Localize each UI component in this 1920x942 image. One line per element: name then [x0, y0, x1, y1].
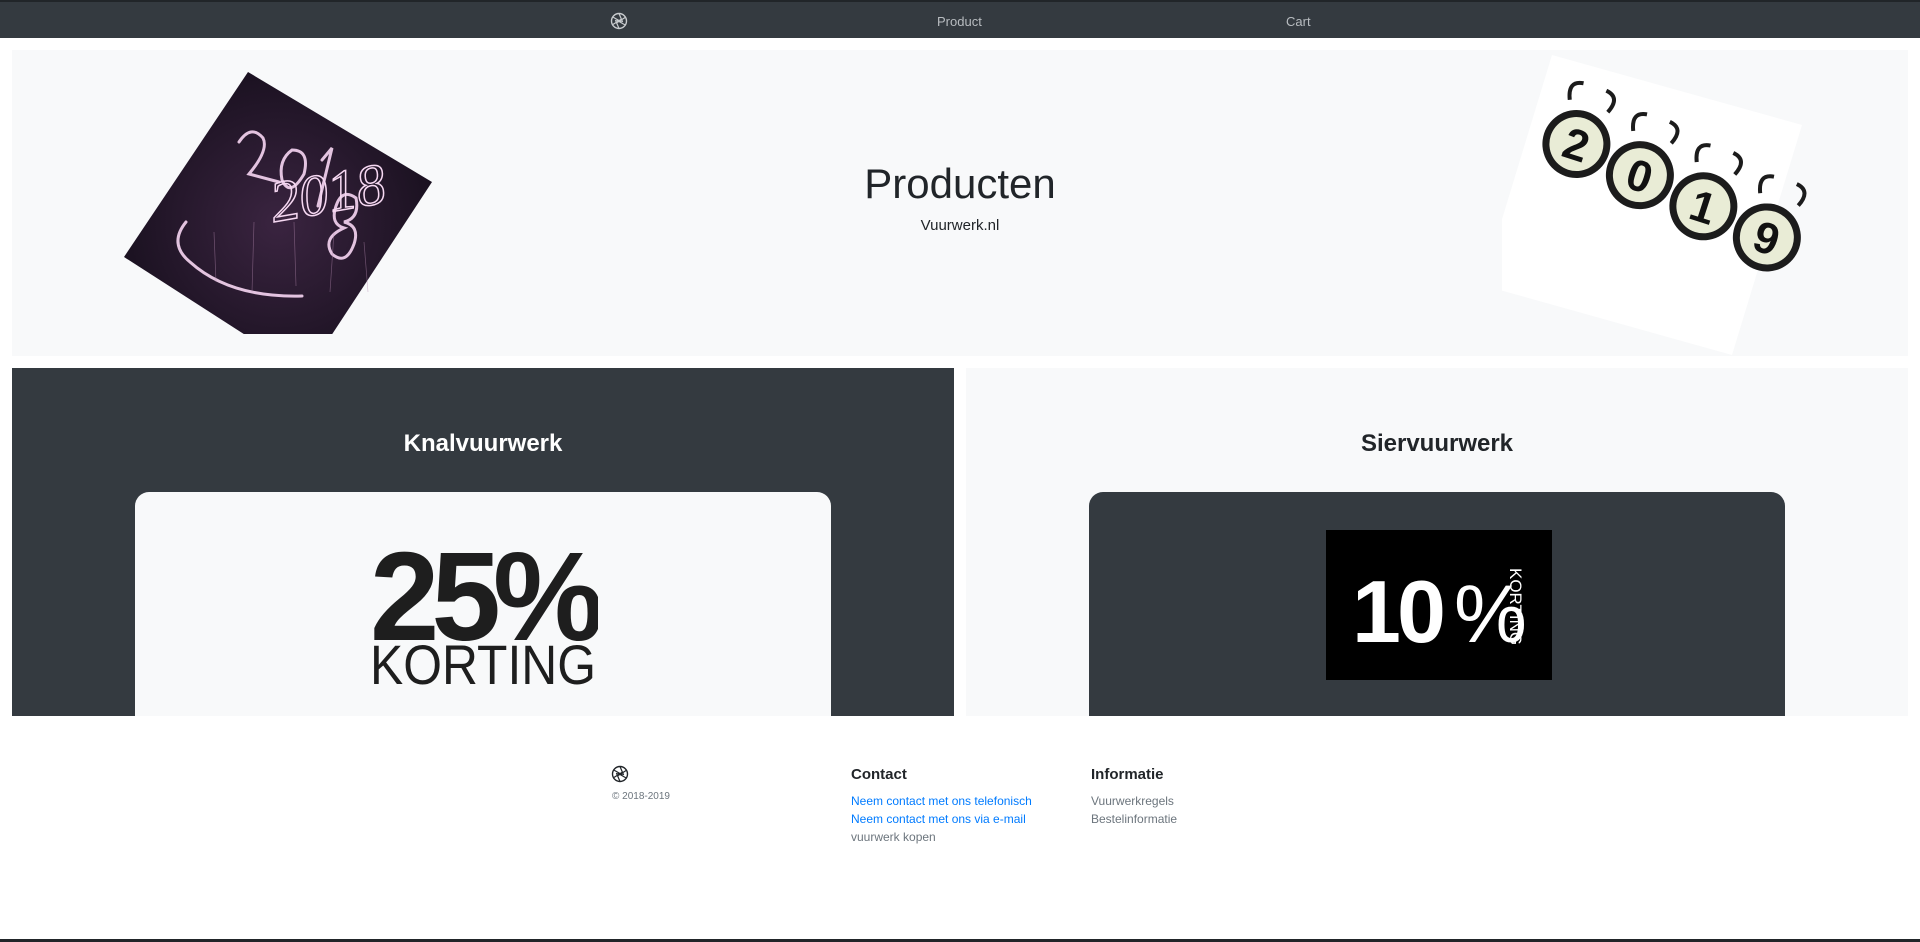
copyright-text: © 2018-2019 — [612, 791, 670, 802]
page-subtitle: Vuurwerk.nl — [920, 217, 1000, 234]
category-panel-siervuurwerk: Siervuurwerk 10 % KORTING — [966, 368, 1908, 716]
footer-heading-info: Informatie — [1091, 766, 1164, 783]
footer-heading-contact: Contact — [851, 766, 907, 783]
footer-contact-column: Contact Neem contact met ons telefonisch… — [851, 766, 1032, 846]
footer-link-rules[interactable]: Vuurwerkregels — [1091, 792, 1177, 810]
camera-aperture-icon — [611, 765, 629, 783]
discount-10-image: 10 % KORTING — [1326, 530, 1552, 680]
category-panel-knalvuurwerk: Knalvuurwerk 25% KORTING — [12, 368, 954, 716]
hero-jumbotron: 2018 2 0 1 9 Producten Vuurwerk.nl — [12, 50, 1908, 356]
promo-card[interactable]: 10 % KORTING — [1089, 492, 1785, 716]
footer-link-email[interactable]: Neem contact met ons via e-mail — [851, 810, 1032, 828]
footer-link-phone[interactable]: Neem contact met ons telefonisch — [851, 792, 1032, 810]
footer-logo — [610, 764, 630, 784]
nav-link-product[interactable]: Product — [937, 14, 982, 29]
footer-link-orderinfo[interactable]: Bestelinformatie — [1091, 810, 1177, 828]
page-title: Producten — [864, 160, 1056, 207]
svg-text:KORTING: KORTING — [1506, 568, 1525, 645]
discount-25-image: 25% KORTING — [370, 528, 598, 688]
svg-text:KORTING: KORTING — [370, 633, 596, 688]
svg-text:10: 10 — [1352, 562, 1443, 661]
camera-aperture-icon — [610, 12, 628, 30]
brand-logo-icon[interactable] — [609, 11, 629, 31]
nav-link-cart[interactable]: Cart — [1286, 14, 1311, 29]
promo-card[interactable]: 25% KORTING — [135, 492, 831, 716]
category-title: Knalvuurwerk — [403, 430, 563, 457]
footer-link-buy[interactable]: vuurwerk kopen — [851, 828, 1032, 846]
footer-info-column: Informatie Vuurwerkregels Bestelinformat… — [1091, 766, 1177, 828]
category-title: Siervuurwerk — [1360, 430, 1514, 457]
top-navbar: Product Cart — [0, 0, 1920, 38]
